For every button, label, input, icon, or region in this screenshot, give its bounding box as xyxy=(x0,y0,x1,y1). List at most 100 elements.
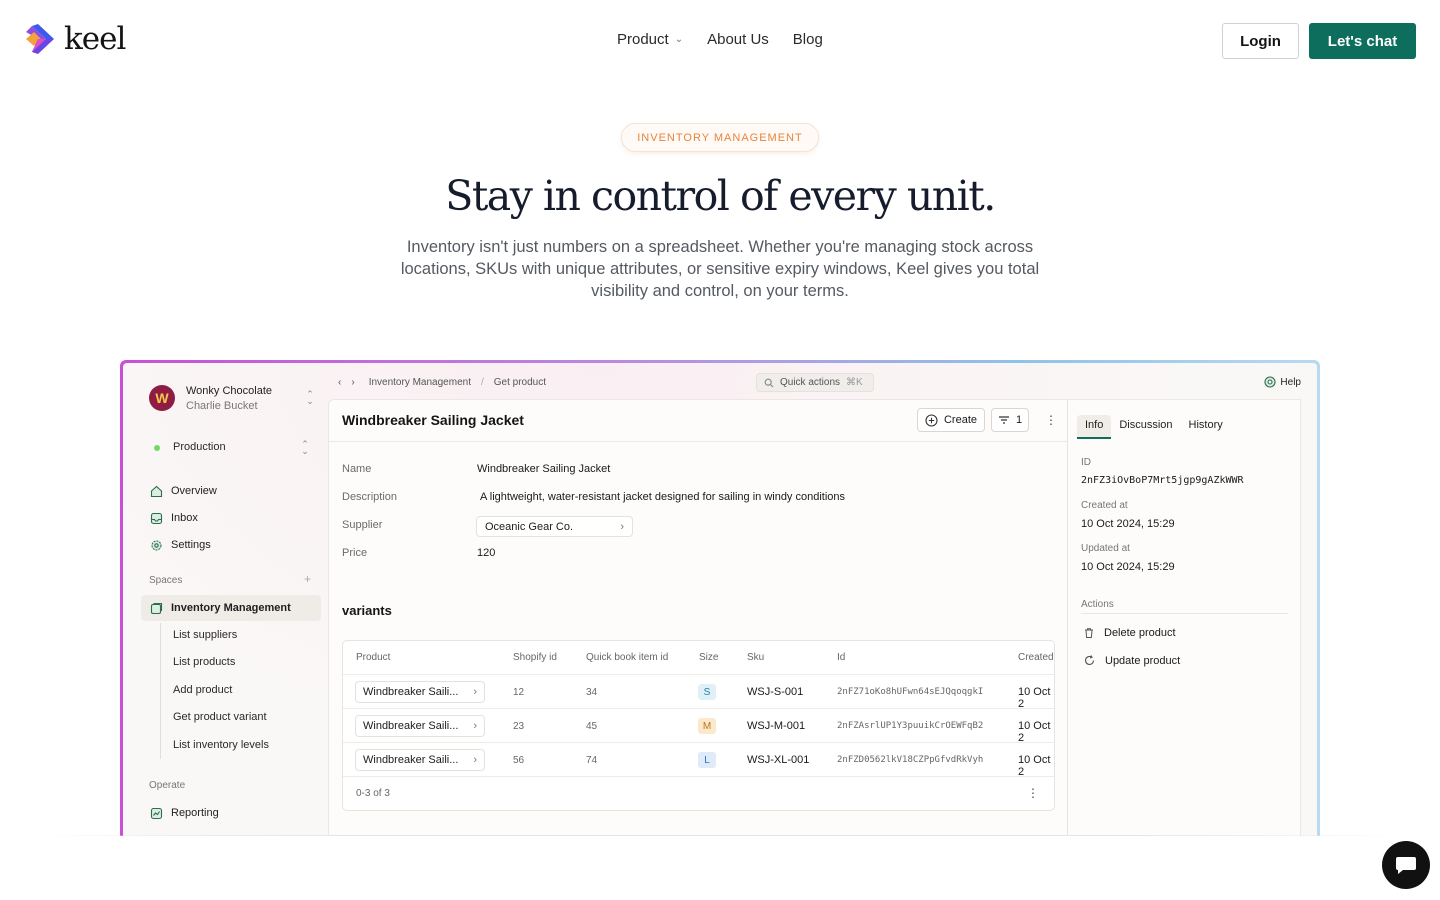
created-label: Created at xyxy=(1081,500,1128,511)
eyebrow-badge: INVENTORY MANAGEMENT xyxy=(621,123,819,152)
field-value-description: A lightweight, water-resistant jacket de… xyxy=(480,491,846,503)
id-cell: 2nFZD0562lkV18CZPpGfvdRkVyh xyxy=(837,755,984,765)
column-header[interactable]: Shopify id xyxy=(513,652,557,663)
logo[interactable]: keel xyxy=(24,21,126,57)
shopify-id-cell: 23 xyxy=(513,721,525,732)
quick-actions-search[interactable]: Quick actions ⌘K xyxy=(756,373,874,392)
sidebar-item-inventory-management[interactable]: Inventory Management xyxy=(141,595,321,621)
breadcrumb-item[interactable]: Inventory Management xyxy=(369,377,471,388)
chevron-right-icon: › xyxy=(473,754,477,766)
create-button[interactable]: Create xyxy=(917,408,985,432)
delete-product-action[interactable]: Delete product xyxy=(1083,627,1176,639)
org-user: Charlie Bucket xyxy=(186,400,258,412)
chat-widget-button[interactable] xyxy=(1382,841,1430,889)
logo-text: keel xyxy=(64,21,126,57)
quickbook-id-cell: 74 xyxy=(586,755,598,766)
product-cell: Windbreaker Saili... xyxy=(363,686,459,698)
sidebar-item-label: Overview xyxy=(171,485,217,497)
sidebar-item-reporting[interactable]: Reporting xyxy=(141,800,321,826)
sidebar-item-inbox[interactable]: Inbox xyxy=(141,505,321,531)
shortcut-hint: ⌘K xyxy=(846,377,863,388)
sidebar-item-label: Reporting xyxy=(171,807,219,819)
column-header[interactable]: Product xyxy=(356,652,390,663)
field-label-name: Name xyxy=(342,463,372,475)
app-topbar: ‹ › Inventory Management / Get product Q… xyxy=(328,363,1317,399)
sidebar-item-overview[interactable]: Overview xyxy=(141,478,321,504)
box-icon xyxy=(150,602,163,614)
tab-history[interactable]: History xyxy=(1181,415,1231,439)
sidebar-item-label: Inventory Management xyxy=(171,602,291,614)
table-row[interactable]: Windbreaker Saili... › 56 74 L WSJ-XL-001… xyxy=(343,742,1054,778)
variants-heading: variants xyxy=(342,603,392,618)
details-panel: Info Discussion History ID 2nFZ3iOvBoP7M… xyxy=(1067,399,1301,836)
column-header[interactable]: Id xyxy=(837,652,845,663)
lifebuoy-icon xyxy=(1264,376,1276,388)
field-value-price: 120 xyxy=(477,547,496,559)
table-row[interactable]: Windbreaker Saili... › 23 45 M WSJ-M-001 … xyxy=(343,708,1054,744)
org-avatar: W xyxy=(149,385,175,411)
sidebar-sub-add-product[interactable]: Add product xyxy=(173,684,232,696)
sku-cell: WSJ-XL-001 xyxy=(747,754,810,766)
spaces-heading: Spaces xyxy=(149,575,183,586)
sidebar-sub-get-product-variant[interactable]: Get product variant xyxy=(173,711,267,723)
created-cell: 10 Oct 2 xyxy=(1018,720,1051,744)
lets-chat-button[interactable]: Let's chat xyxy=(1309,23,1416,59)
section-divider xyxy=(30,835,1410,836)
field-value-name: Windbreaker Sailing Jacket xyxy=(477,463,611,475)
back-arrow-icon[interactable]: ‹ xyxy=(338,377,341,388)
variants-table: Product Shopify id Quick book item id Si… xyxy=(342,640,1055,811)
home-icon xyxy=(150,485,163,497)
shopify-id-cell: 56 xyxy=(513,755,525,766)
help-link[interactable]: Help xyxy=(1264,376,1301,388)
sidebar-item-settings[interactable]: Settings xyxy=(141,532,321,558)
operate-heading: Operate xyxy=(149,780,186,791)
supplier-value: Oceanic Gear Co. xyxy=(485,520,574,533)
column-header[interactable]: Size xyxy=(699,652,718,663)
size-badge: L xyxy=(698,752,716,768)
environment-switcher[interactable]: Production ⌃ ⌄ xyxy=(141,433,321,463)
login-button[interactable]: Login xyxy=(1222,23,1299,59)
product-link[interactable]: Windbreaker Saili... › xyxy=(355,749,485,771)
supplier-link[interactable]: Oceanic Gear Co. › xyxy=(476,516,633,537)
sidebar-item-label: Inbox xyxy=(171,512,198,524)
sidebar-sub-list-inventory-levels[interactable]: List inventory levels xyxy=(173,739,269,751)
nav-blog[interactable]: Blog xyxy=(793,31,823,48)
created-cell: 10 Oct 2 xyxy=(1018,754,1051,778)
sidebar-sub-list-suppliers[interactable]: List suppliers xyxy=(173,629,237,641)
nav-product[interactable]: Product ⌄ xyxy=(617,31,683,48)
column-header[interactable]: Created xyxy=(1018,652,1054,663)
tab-discussion[interactable]: Discussion xyxy=(1111,415,1180,439)
inbox-icon xyxy=(150,512,163,524)
product-link[interactable]: Windbreaker Saili... › xyxy=(355,681,485,703)
created-cell: 10 Oct 2 xyxy=(1018,686,1051,710)
plus-circle-icon xyxy=(925,413,938,427)
nav-product-label: Product xyxy=(617,31,669,48)
table-row[interactable]: Windbreaker Saili... › 12 34 S WSJ-S-001 … xyxy=(343,674,1054,710)
add-space-icon[interactable]: + xyxy=(304,572,311,586)
pagination-label: 0-3 of 3 xyxy=(356,788,390,799)
search-icon xyxy=(764,378,774,387)
shopify-id-cell: 12 xyxy=(513,687,525,698)
org-switcher[interactable]: W Wonky Chocolate Charlie Bucket ⌃ ⌄ xyxy=(149,383,319,413)
forward-arrow-icon[interactable]: › xyxy=(351,377,354,388)
refresh-icon xyxy=(1084,655,1095,666)
field-label-supplier: Supplier xyxy=(342,519,383,531)
id-label: ID xyxy=(1081,457,1091,468)
nav-about[interactable]: About Us xyxy=(707,31,769,48)
sidebar-sub-list-products[interactable]: List products xyxy=(173,656,235,668)
app-sidebar: W Wonky Chocolate Charlie Bucket ⌃ ⌄ Prod… xyxy=(123,363,328,836)
record-panel: Windbreaker Sailing Jacket Create 1 ⋮ Na… xyxy=(328,399,1067,836)
id-cell: 2nFZAsrlUP1Y3puuikCrOEWFqB2 xyxy=(837,721,984,731)
column-header[interactable]: Quick book item id xyxy=(586,652,668,663)
size-badge: M xyxy=(698,718,716,734)
product-link[interactable]: Windbreaker Saili... › xyxy=(355,715,485,737)
update-product-action[interactable]: Update product xyxy=(1083,654,1180,667)
column-header[interactable]: Sku xyxy=(747,652,764,663)
filter-button[interactable]: 1 xyxy=(991,408,1029,432)
more-vertical-icon[interactable]: ⋮ xyxy=(1045,413,1057,427)
more-vertical-icon[interactable]: ⋮ xyxy=(1027,786,1039,800)
tab-info[interactable]: Info xyxy=(1077,415,1112,439)
chevron-updown-icon: ⌃ ⌄ xyxy=(301,439,309,456)
environment-label: Production xyxy=(173,441,226,453)
product-cell: Windbreaker Saili... xyxy=(363,754,459,766)
